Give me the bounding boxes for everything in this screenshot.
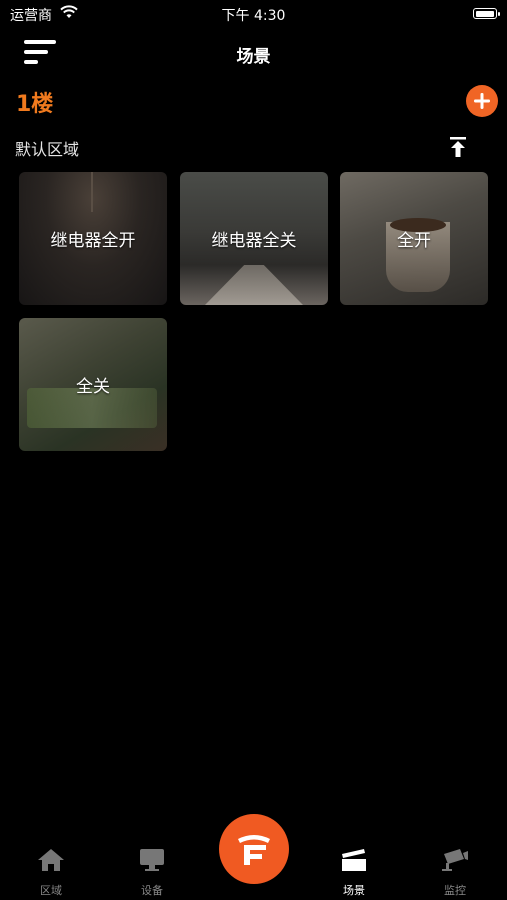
status-time: 下午 4:30 xyxy=(221,8,286,24)
home-icon xyxy=(38,849,64,871)
camera-icon xyxy=(442,849,468,871)
scene-label: 继电器全关 xyxy=(211,231,297,251)
tab-label: 监控 xyxy=(444,884,466,897)
page-title: 场景 xyxy=(236,47,271,67)
area-name: 默认区域 xyxy=(15,140,80,159)
tab-area[interactable]: 区域 xyxy=(21,840,81,900)
plus-icon xyxy=(474,93,490,109)
scene-label: 全关 xyxy=(76,377,110,397)
add-scene-button[interactable] xyxy=(466,85,498,117)
scene-label: 全开 xyxy=(397,231,431,251)
tab-devices[interactable]: 设备 xyxy=(122,840,182,900)
battery-icon xyxy=(473,8,500,19)
tab-monitor[interactable]: 监控 xyxy=(425,840,485,900)
monitor-icon xyxy=(140,849,164,871)
tab-bar: 区域 设备 场景 监控 xyxy=(0,840,507,900)
scene-label: 继电器全开 xyxy=(50,231,136,251)
tab-label: 设备 xyxy=(141,884,163,897)
floor-title[interactable]: 1楼 xyxy=(16,86,53,118)
scene-card[interactable]: 继电器全开 xyxy=(19,172,167,305)
tab-label: 场景 xyxy=(343,884,365,897)
scene-card[interactable]: 全开 xyxy=(340,172,488,305)
clapperboard-icon xyxy=(342,849,366,871)
tab-label: 区域 xyxy=(40,884,62,897)
tab-scenes[interactable]: 场景 xyxy=(324,840,384,900)
status-bar: 运营商 下午 4:30 xyxy=(0,0,507,28)
scene-card[interactable]: 全关 xyxy=(19,318,167,451)
scene-card[interactable]: 继电器全关 xyxy=(180,172,328,305)
collapse-top-icon[interactable] xyxy=(449,136,467,158)
